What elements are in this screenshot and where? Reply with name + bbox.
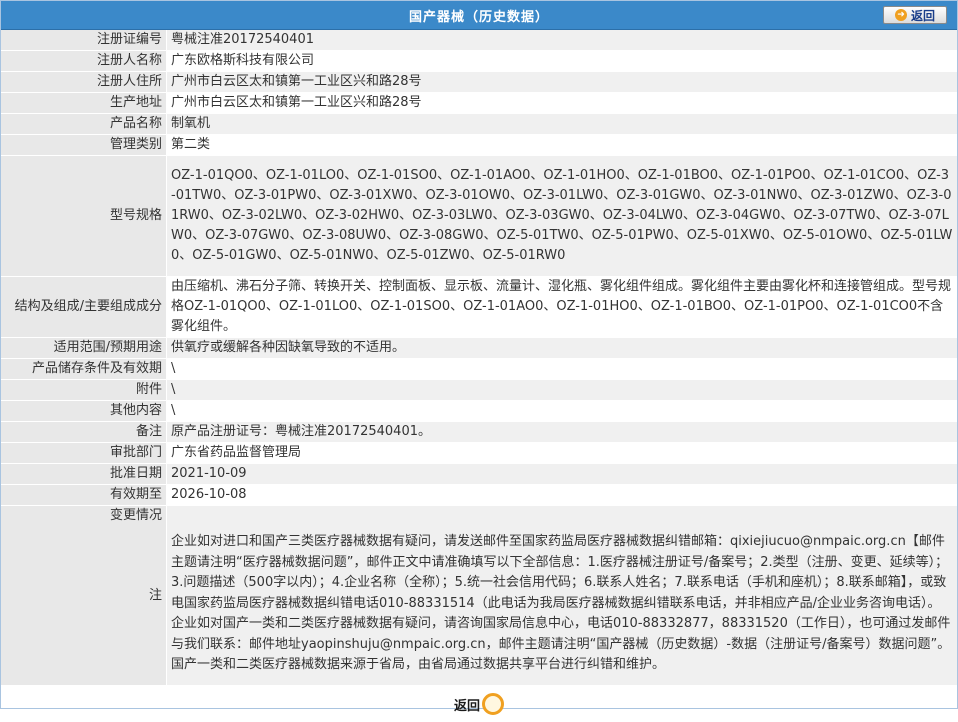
- field-value: 广东欧格斯科技有限公司: [166, 50, 957, 72]
- arrow-right-icon: ➜: [894, 9, 907, 21]
- field-value: 2021-10-09: [166, 463, 957, 485]
- table-row: 管理类别 第二类: [1, 134, 957, 156]
- field-label: 备注: [1, 421, 167, 443]
- back-button-bottom[interactable]: 返回: [454, 693, 504, 715]
- table-row: 生产地址 广州市白云区太和镇第一工业区兴和路28号: [1, 92, 957, 114]
- table-row: 注册人住所 广州市白云区太和镇第一工业区兴和路28号: [1, 71, 957, 93]
- detail-table: 注册证编号 粤械注准20172540401 注册人名称 广东欧格斯科技有限公司 …: [1, 30, 957, 686]
- field-value: OZ-1-01QO0、OZ-1-01LO0、OZ-1-01SO0、OZ-1-01…: [166, 155, 957, 277]
- table-row: 型号规格 OZ-1-01QO0、OZ-1-01LO0、OZ-1-01SO0、OZ…: [1, 155, 957, 277]
- back-button-bottom-label: 返回: [453, 698, 480, 714]
- table-row: 适用范围/预期用途 供氧疗或缓解各种因缺氧导致的不适用。: [1, 337, 957, 359]
- field-label: 适用范围/预期用途: [1, 337, 167, 359]
- field-label: 型号规格: [1, 155, 167, 277]
- field-value: 第二类: [166, 134, 957, 156]
- field-value: 广州市白云区太和镇第一工业区兴和路28号: [166, 71, 957, 93]
- field-label: 注册证编号: [1, 30, 167, 51]
- field-label-wrap: 变更情况 注: [1, 505, 167, 686]
- footer: 返回: [1, 686, 957, 722]
- field-value: 由压缩机、沸石分子筛、转换开关、控制面板、显示板、流量计、湿化瓶、雾化组件组成。…: [166, 276, 957, 338]
- field-value: 2026-10-08: [166, 484, 957, 506]
- detail-panel: 国产器械（历史数据） ➜ 返回 注册证编号 粤械注准20172540401 注册…: [0, 0, 958, 715]
- page-title: 国产器械（历史数据）: [408, 9, 549, 25]
- field-value: \: [166, 358, 957, 380]
- field-label: 批准日期: [1, 463, 167, 485]
- field-label: 产品名称: [1, 113, 167, 135]
- field-value: 供氧疗或缓解各种因缺氧导致的不适用。: [166, 337, 957, 359]
- back-button-top-label: 返回: [910, 8, 935, 23]
- field-label: 结构及组成/主要组成成分: [1, 276, 167, 338]
- table-row: 有效期至 2026-10-08: [1, 484, 957, 506]
- table-row: 注册证编号 粤械注准20172540401: [1, 30, 957, 51]
- field-label: 注册人名称: [1, 50, 167, 72]
- table-row: 附件 \: [1, 379, 957, 401]
- note-label: 注: [148, 588, 162, 603]
- field-value: \: [166, 400, 957, 422]
- note-text: 企业如对进口和国产三类医疗器械数据有疑问，请发送邮件至国家药监局医疗器械数据纠错…: [166, 505, 957, 686]
- field-label: 变更情况: [109, 508, 162, 523]
- field-label: 产品储存条件及有效期: [1, 358, 167, 380]
- note-row: 变更情况 注 企业如对进口和国产三类医疗器械数据有疑问，请发送邮件至国家药监局医…: [1, 505, 957, 686]
- table-row: 审批部门 广东省药品监督管理局: [1, 442, 957, 464]
- field-value: 粤械注准20172540401: [166, 30, 957, 51]
- table-row: 注册人名称 广东欧格斯科技有限公司: [1, 50, 957, 72]
- field-value: 原产品注册证号：粤械注准20172540401。: [166, 421, 957, 443]
- field-label: 有效期至: [1, 484, 167, 506]
- field-value: 广州市白云区太和镇第一工业区兴和路28号: [166, 92, 957, 114]
- field-label: 生产地址: [1, 92, 167, 114]
- field-label: 管理类别: [1, 134, 167, 156]
- table-row: 其他内容 \: [1, 400, 957, 422]
- field-value: \: [166, 379, 957, 401]
- title-bar: 国产器械（历史数据） ➜ 返回: [1, 1, 957, 30]
- table-row: 备注 原产品注册证号：粤械注准20172540401。: [1, 421, 957, 443]
- back-button-top[interactable]: ➜ 返回: [883, 6, 947, 24]
- circle-arrow-icon: [482, 693, 504, 715]
- field-label: 注册人住所: [1, 71, 167, 93]
- table-row: 结构及组成/主要组成成分 由压缩机、沸石分子筛、转换开关、控制面板、显示板、流量…: [1, 276, 957, 338]
- field-label: 审批部门: [1, 442, 167, 464]
- table-row: 产品名称 制氧机: [1, 113, 957, 135]
- field-label: 附件: [1, 379, 167, 401]
- field-value: 广东省药品监督管理局: [166, 442, 957, 464]
- field-label: 其他内容: [1, 400, 167, 422]
- table-row: 批准日期 2021-10-09: [1, 463, 957, 485]
- field-value: 制氧机: [166, 113, 957, 135]
- table-row: 产品储存条件及有效期 \: [1, 358, 957, 380]
